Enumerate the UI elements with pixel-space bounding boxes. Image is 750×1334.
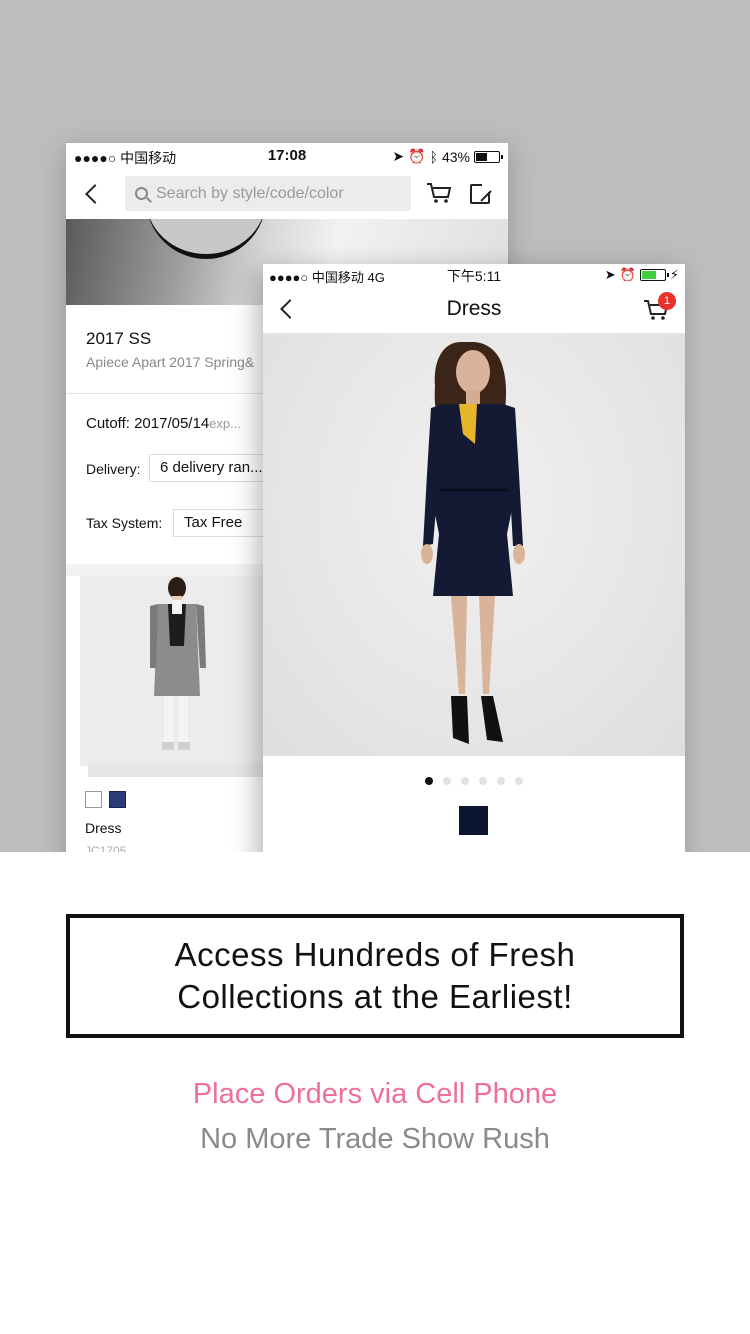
page-title: Dress: [446, 297, 502, 320]
alarm-icon: ⏰: [408, 148, 426, 164]
search-nav-bar: Search by style/code/color: [66, 169, 508, 219]
bluetooth-icon: ᛒ: [429, 148, 438, 165]
location-icon: ➤: [392, 148, 405, 164]
status-bar: ●●●●○ 中国移动 17:08 ➤ ⏰ ᛒ 43%: [66, 143, 508, 169]
showcase-background: ●●●●○ 中国移动 17:08 ➤ ⏰ ᛒ 43% Search by sty…: [0, 0, 750, 852]
location-icon: ➤: [604, 267, 616, 282]
carousel-dot[interactable]: [479, 777, 487, 785]
status-bar: ●●●●○ 中国移动 4G 下午5:11 ➤ ⏰ ⚡: [263, 264, 685, 285]
search-input[interactable]: Search by style/code/color: [125, 176, 411, 211]
battery-percent: 43%: [441, 148, 470, 165]
carousel-dot[interactable]: [515, 777, 523, 785]
collection-title: 2017 SS: [86, 329, 152, 348]
carousel-dot[interactable]: [443, 777, 451, 785]
search-placeholder: Search by style/code/color: [156, 184, 344, 202]
color-swatch-navy[interactable]: [109, 791, 126, 808]
back-arrow-icon[interactable]: [85, 184, 105, 204]
product-code: JC1705: [85, 844, 127, 852]
tagline-primary: Place Orders via Cell Phone: [192, 1078, 558, 1110]
carousel-dot[interactable]: [425, 777, 433, 785]
collection-subtitle: Apiece Apart 2017 Spring&: [86, 354, 255, 370]
headline-banner: Access Hundreds of Fresh Collections at …: [66, 914, 684, 1038]
battery-icon: [474, 150, 503, 163]
cart-icon[interactable]: [426, 182, 452, 204]
color-swatch-white[interactable]: [85, 791, 102, 808]
carousel-dots[interactable]: [263, 777, 685, 785]
battery-icon: [639, 269, 669, 281]
tagline-secondary: No More Trade Show Rush: [200, 1123, 550, 1155]
product-thumbnail[interactable]: [80, 576, 270, 766]
headline-text: Access Hundreds of Fresh Collections at …: [174, 936, 576, 1015]
share-icon[interactable]: [470, 182, 492, 204]
carousel-dot[interactable]: [461, 777, 469, 785]
product-nav-bar: Dress 1: [263, 284, 685, 334]
product-name: Dress: [85, 820, 122, 836]
carousel-dot[interactable]: [497, 777, 505, 785]
alarm-icon: ⏰: [619, 267, 636, 282]
charging-icon: ⚡: [669, 267, 679, 282]
dress-model-image: [421, 342, 525, 744]
product-photo[interactable]: [263, 334, 685, 756]
selected-color-swatch[interactable]: [459, 806, 488, 835]
search-icon: [135, 187, 148, 200]
cutoff-date: Cutoff: 2017/05/14exp...: [86, 415, 241, 432]
delivery-label: Delivery:: [86, 461, 141, 477]
phone-mockup-product-detail: ●●●●○ 中国移动 4G 下午5:11 ➤ ⏰ ⚡ Dress 1: [263, 264, 685, 852]
coat-model-image: [150, 577, 206, 750]
tax-label: Tax System:: [86, 515, 163, 531]
cart-count-badge: 1: [658, 292, 676, 310]
